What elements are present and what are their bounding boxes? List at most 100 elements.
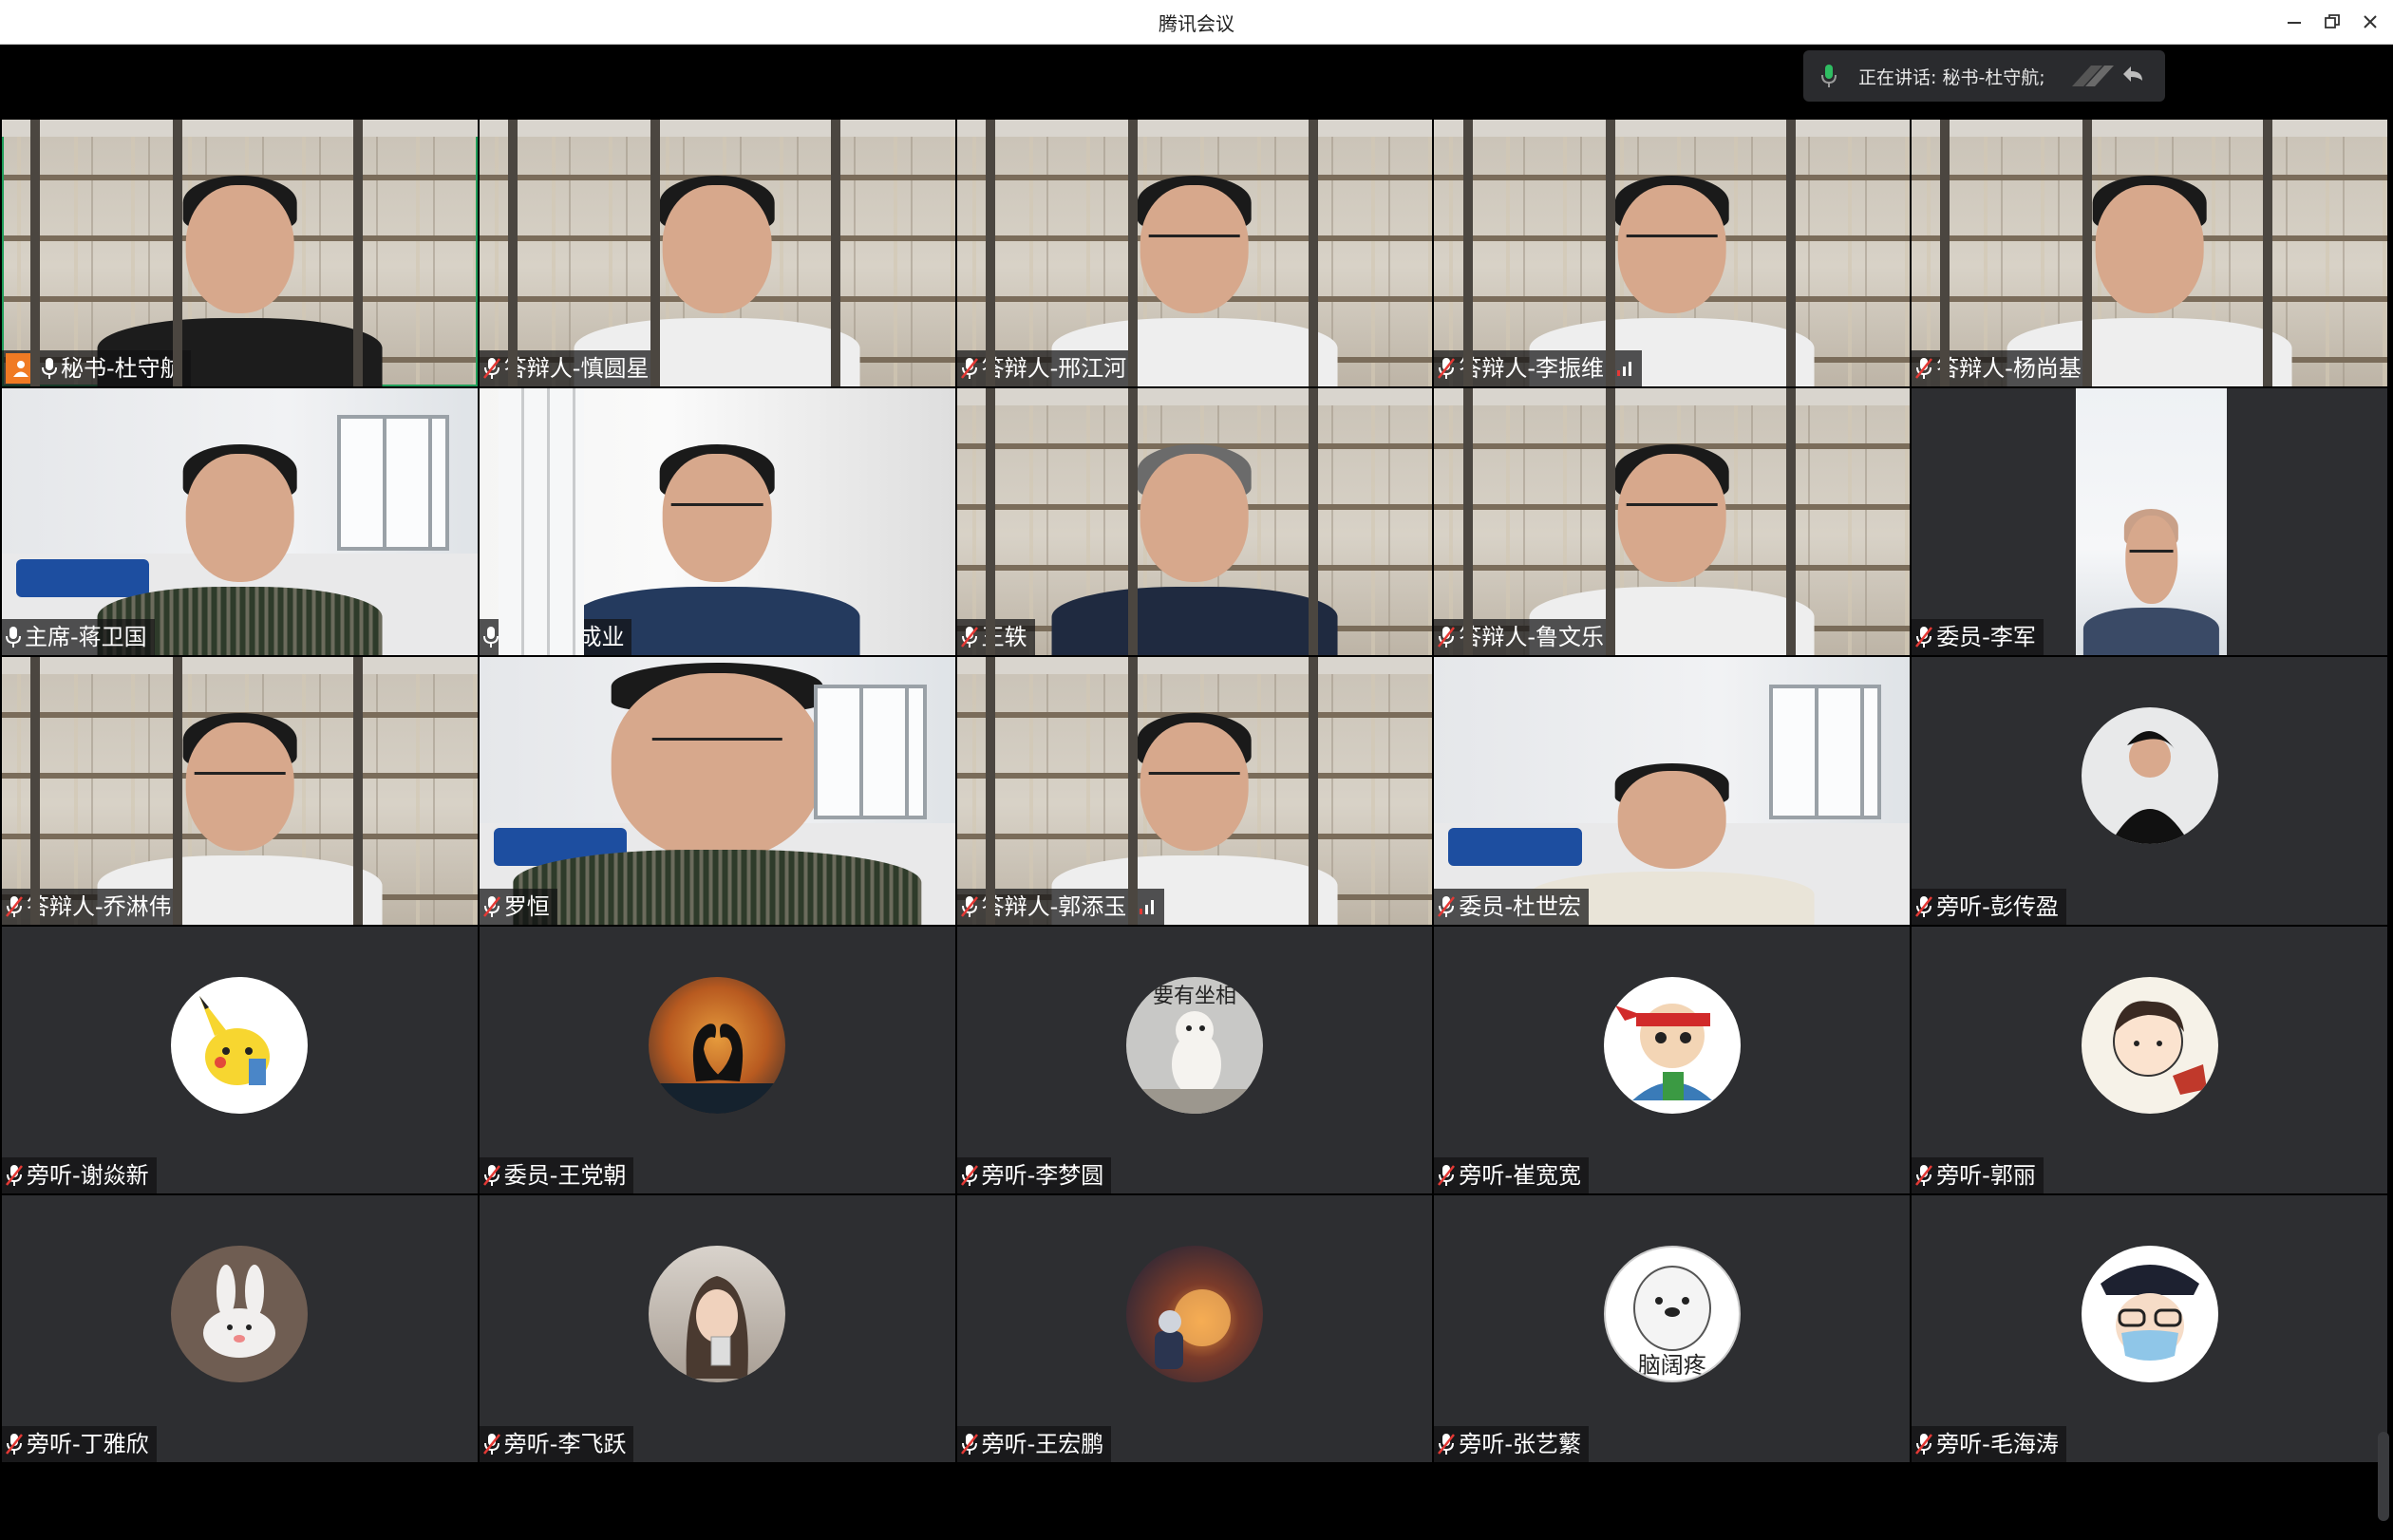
participant-name: 旁听-崔宽宽: [1459, 1161, 1582, 1189]
bottom-bar: [0, 1463, 2393, 1540]
participant-name: 旁听-彭传盈: [1936, 892, 2059, 920]
video-tile[interactable]: 旁听-丁雅欣: [2, 1194, 478, 1462]
title-bar: 腾讯会议: [0, 0, 2393, 45]
video-tile[interactable]: 委员-张成业: [479, 388, 955, 656]
participant-name: 答辩人-鲁文乐: [1459, 624, 1605, 651]
participant-name: 答辩人-郭添玉: [981, 892, 1127, 920]
mic-muted-icon: [1915, 1434, 1933, 1455]
name-tag: 王轶: [956, 619, 1035, 656]
mic-muted-icon: [482, 358, 500, 380]
mic-active-icon: [1821, 65, 1837, 87]
name-tag: 答辩人-鲁文乐: [1434, 619, 1612, 656]
name-tag: 旁听-张艺蘩: [1434, 1426, 1590, 1462]
close-button[interactable]: [2351, 6, 2389, 38]
video-tile[interactable]: 委员-王党朝: [479, 926, 955, 1193]
participant-name: 旁听-丁雅欣: [27, 1431, 149, 1457]
mic-muted-icon: [960, 1434, 978, 1455]
video-tile[interactable]: 委员-李军: [1912, 388, 2387, 656]
participant-avatar: [171, 1245, 309, 1382]
name-tag: 主席-蒋卫国: [2, 619, 155, 656]
name-tag: 旁听-毛海涛: [1912, 1426, 2066, 1462]
participant-name: 秘书-杜守航: [61, 355, 183, 383]
mic-muted-icon: [1915, 895, 1933, 917]
mic-muted-icon: [1438, 895, 1456, 917]
name-tag: 罗恒: [479, 888, 557, 925]
name-tag: 旁听-郭丽: [1912, 1156, 2044, 1193]
signal-strength-icon: [1617, 362, 1632, 377]
video-tile[interactable]: 旁听-毛海涛: [1912, 1194, 2387, 1462]
name-tag: 委员-张成业: [479, 619, 632, 656]
video-tile[interactable]: 旁听-王宏鹏: [956, 1194, 1433, 1462]
participant-avatar: [649, 976, 786, 1114]
minimize-icon: [2288, 22, 2301, 24]
video-tile[interactable]: 答辩人-杨尚基: [1912, 120, 2387, 387]
scrollbar[interactable]: [2378, 1432, 2389, 1521]
name-tag: 旁听-崔宽宽: [1434, 1156, 1590, 1193]
video-tile[interactable]: 答辩人-乔淋伟: [2, 657, 478, 925]
video-tile[interactable]: 答辩人-邢江河: [956, 120, 1433, 387]
participant-name: 旁听-张艺蘩: [1459, 1431, 1582, 1457]
participant-name: 答辩人-乔淋伟: [27, 892, 172, 920]
video-tile[interactable]: 旁听-崔宽宽: [1434, 926, 1911, 1193]
mic-muted-icon: [960, 895, 978, 917]
participant-name: 王轶: [981, 624, 1027, 651]
name-tag: 委员-杜世宏: [1434, 888, 1590, 925]
video-tile[interactable]: 主席-蒋卫国: [2, 388, 478, 656]
name-tag: 旁听-丁雅欣: [2, 1426, 157, 1462]
name-tag: 答辩人-郭添玉: [956, 888, 1165, 925]
participant-name: 委员-杜世宏: [1459, 892, 1582, 920]
video-tile[interactable]: 答辩人-慎圆星: [479, 120, 955, 387]
minimize-button[interactable]: [2275, 6, 2313, 38]
video-grid: 秘书-杜守航 答辩人-慎圆星 答辩人-邢江河 答辩人-李振维 答辩人-杨尚基 主…: [2, 120, 2387, 1462]
participant-avatar: [649, 1245, 786, 1382]
video-tile[interactable]: 旁听-谢焱新: [2, 926, 478, 1193]
participant-video: [1051, 410, 1338, 656]
participant-name: 委员-张成业: [501, 624, 625, 651]
video-tile[interactable]: 答辩人-郭添玉: [956, 657, 1433, 925]
name-tag: 旁听-王宏鹏: [956, 1426, 1112, 1462]
video-tile[interactable]: 脑阔疼 旁听-张艺蘩: [1434, 1194, 1911, 1462]
close-icon: [2364, 15, 2377, 28]
video-tile[interactable]: 旁听-郭丽: [1912, 926, 2387, 1193]
host-icon: [6, 353, 36, 385]
participant-avatar: [2081, 1245, 2218, 1382]
name-tag: 答辩人-杨尚基: [1912, 350, 2089, 387]
mic-muted-icon: [1915, 358, 1933, 380]
video-tile[interactable]: 答辩人-李振维: [1434, 120, 1911, 387]
participant-avatar: 脑阔疼: [1603, 1245, 1741, 1382]
name-tag: 秘书-杜守航: [2, 350, 191, 387]
participant-name: 答辩人-李振维: [1459, 355, 1605, 383]
mic-on-icon: [42, 358, 57, 380]
participant-avatar: [2081, 976, 2218, 1114]
video-tile[interactable]: 委员-杜世宏: [1434, 657, 1911, 925]
video-tile[interactable]: 旁听-彭传盈: [1912, 657, 2387, 925]
participant-name: 旁听-王宏鹏: [981, 1431, 1104, 1457]
participant-avatar: [1125, 1245, 1263, 1382]
video-tile[interactable]: 罗恒: [479, 657, 955, 925]
signal-strength-icon: [1140, 899, 1155, 914]
video-tile[interactable]: 王轶: [956, 388, 1433, 656]
name-tag: 委员-李军: [1912, 619, 2044, 656]
mic-muted-icon: [1915, 627, 1933, 648]
participant-name: 罗恒: [503, 892, 550, 920]
video-tile[interactable]: 旁听-李飞跃: [479, 1194, 955, 1462]
restore-icon: [2325, 14, 2340, 28]
participant-name: 旁听-毛海涛: [1936, 1431, 2059, 1457]
mic-muted-icon: [6, 1164, 23, 1186]
video-tile[interactable]: 秘书-杜守航: [2, 120, 478, 387]
name-tag: 旁听-李梦圆: [956, 1156, 1112, 1193]
name-tag: 旁听-彭传盈: [1912, 888, 2066, 925]
name-tag: 旁听-李飞跃: [479, 1426, 634, 1462]
participant-name: 委员-王党朝: [503, 1161, 627, 1189]
name-tag: 旁听-谢焱新: [2, 1156, 157, 1193]
mic-muted-icon: [482, 895, 500, 917]
video-tile[interactable]: 答辩人-鲁文乐: [1434, 388, 1911, 656]
participant-name: 答辩人-邢江河: [981, 355, 1127, 383]
video-tile[interactable]: 要有坐相 旁听-李梦圆: [956, 926, 1433, 1193]
restore-button[interactable]: [2313, 6, 2351, 38]
pin-speaker-icon[interactable]: [2121, 64, 2146, 88]
mic-muted-icon: [1438, 627, 1456, 648]
name-tag: 答辩人-乔淋伟: [2, 888, 179, 925]
participant-name: 旁听-谢焱新: [27, 1161, 149, 1189]
speaking-indicator[interactable]: 正在讲话: 秘书-杜守航;: [1803, 50, 2165, 102]
